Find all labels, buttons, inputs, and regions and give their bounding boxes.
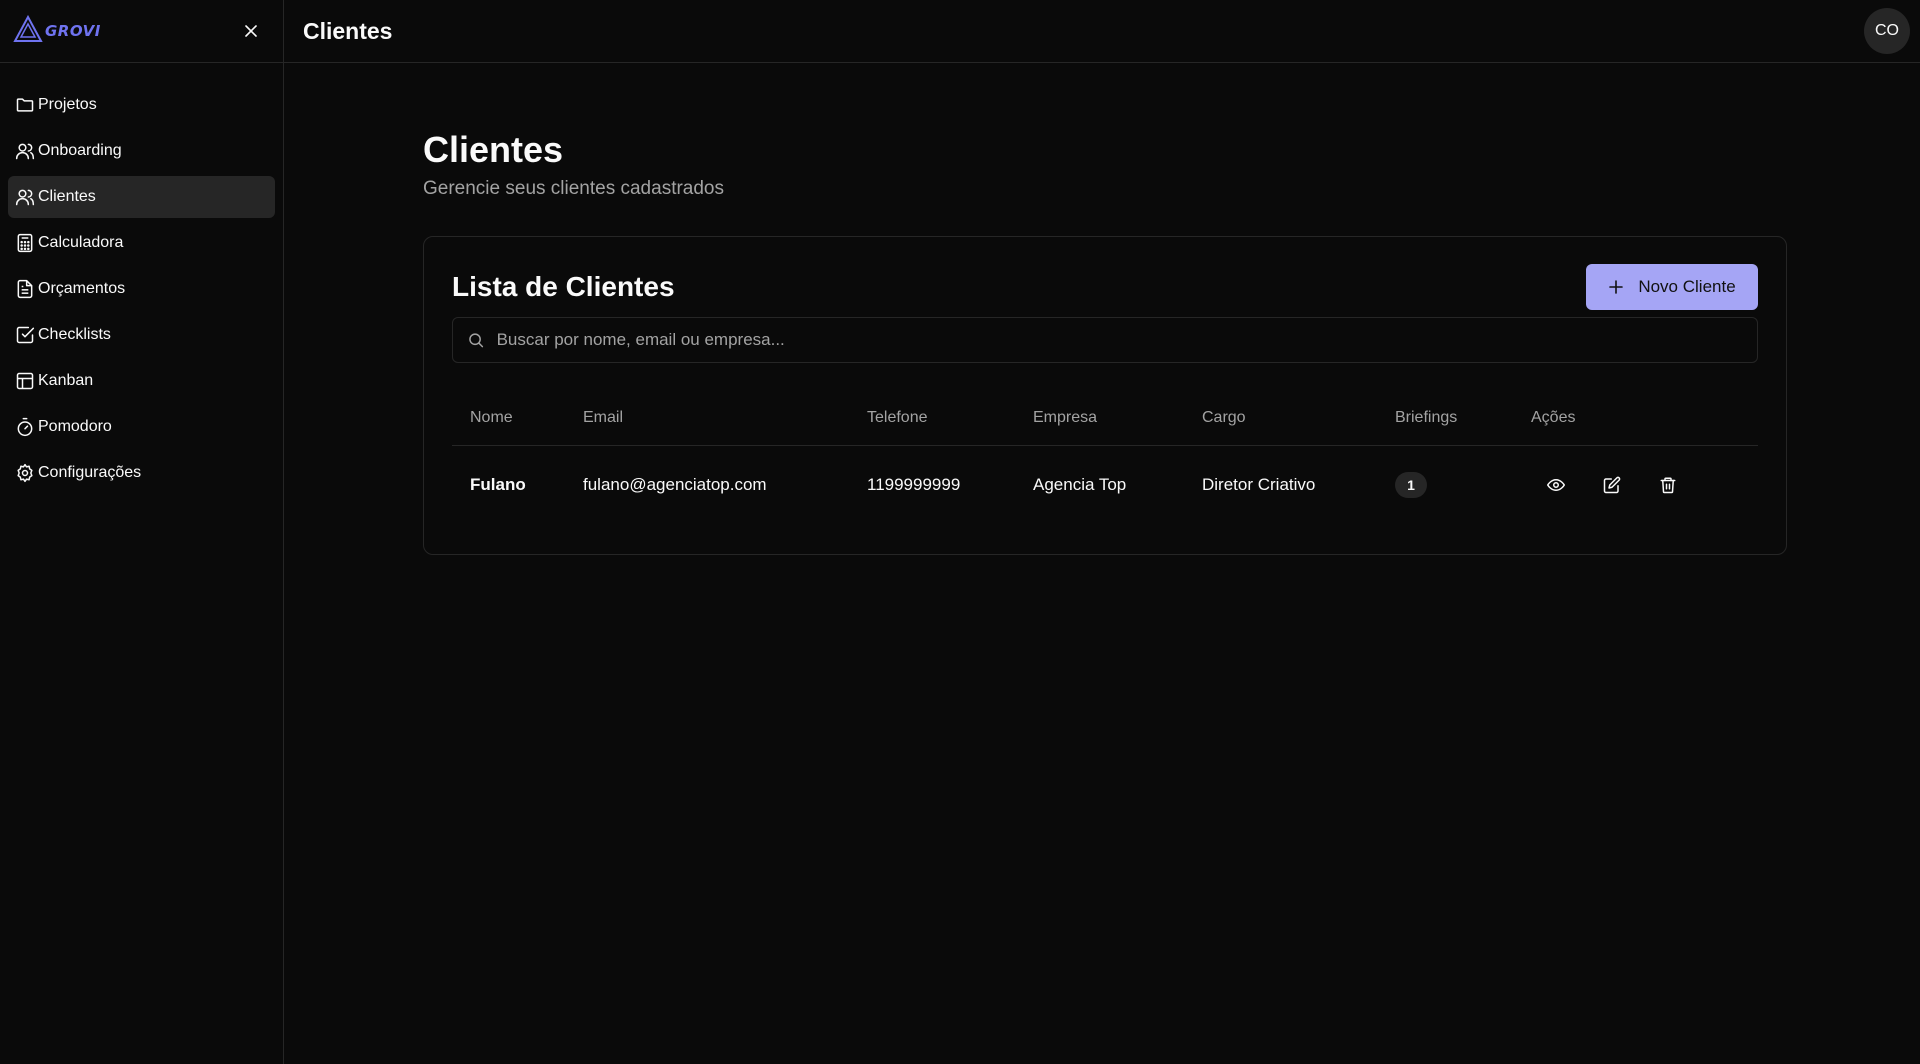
sidebar-item-label: Configurações (38, 464, 142, 481)
sidebar-item-label: Checklists (38, 326, 111, 343)
logo-icon (13, 14, 43, 48)
cell-cargo: Diretor Criativo (1202, 475, 1316, 494)
view-button[interactable] (1543, 472, 1569, 498)
users-icon (14, 186, 36, 208)
close-icon (245, 25, 257, 37)
timer-icon (14, 416, 36, 438)
sidebar-item-label: Projetos (38, 96, 97, 113)
gear-icon (14, 462, 36, 484)
app-root: GROVI Projetos Onboarding Clientes Calcu… (0, 0, 1920, 1064)
file-text-icon (14, 278, 36, 300)
sidebar-header: GROVI (0, 0, 283, 63)
topbar: Clientes CO (284, 0, 1920, 63)
delete-button[interactable] (1655, 472, 1681, 498)
sidebar-item-label: Onboarding (38, 142, 122, 159)
sidebar-item-label: Clientes (38, 188, 96, 205)
kanban-icon (14, 370, 36, 392)
logo[interactable]: GROVI (13, 14, 101, 48)
plus-icon (1609, 280, 1624, 294)
sidebar-nav: Projetos Onboarding Clientes Calculadora (0, 63, 283, 494)
cell-briefings: 1 (1395, 472, 1531, 498)
card-title: Lista de Clientes (452, 271, 675, 302)
cell-telefone: 1199999999 (867, 475, 961, 494)
folder-icon (14, 94, 36, 116)
table-header: Nome Email Telefone Empresa Cargo Briefi… (452, 390, 1758, 446)
column-header-telefone: Telefone (867, 408, 928, 426)
new-client-label: Novo Cliente (1638, 277, 1736, 296)
sidebar-item-calculadora[interactable]: Calculadora (8, 222, 275, 264)
column-header-email: Email (583, 408, 624, 426)
column-header-nome: Nome (470, 408, 513, 426)
sidebar-item-configuracoes[interactable]: Configurações (8, 452, 275, 494)
header-title: Clientes (303, 17, 393, 44)
briefings-badge: 1 (1395, 472, 1427, 498)
sidebar-item-label: Calculadora (38, 234, 124, 251)
eye-icon (1547, 479, 1565, 491)
avatar[interactable]: CO (1864, 8, 1910, 54)
cell-nome: Fulano (470, 475, 526, 494)
table-row[interactable]: Fulano fulano@agenciatop.com 1199999999 … (452, 446, 1758, 524)
users-icon (14, 140, 36, 162)
sidebar-item-kanban[interactable]: Kanban (8, 360, 275, 402)
page-title: Clientes (423, 129, 564, 170)
sidebar-item-checklists[interactable]: Checklists (8, 314, 275, 356)
logo-text: GROVI (45, 22, 101, 40)
sidebar-item-onboarding[interactable]: Onboarding (8, 130, 275, 172)
trash-icon (1660, 477, 1676, 494)
main-area: Clientes CO Clientes Gerencie seus clien… (284, 0, 1920, 1064)
sidebar-item-projetos[interactable]: Projetos (8, 84, 275, 126)
edit-icon (1603, 476, 1621, 494)
search-input[interactable] (496, 330, 1757, 350)
column-header-briefings: Briefings (1395, 408, 1458, 426)
clients-card: Lista de Clientes Novo Cliente Buscar po… (423, 236, 1787, 555)
cell-acoes (1531, 472, 1681, 498)
page-content: Clientes Gerencie seus clientes cadastra… (284, 63, 1920, 555)
new-client-button[interactable]: Novo Cliente (1586, 264, 1758, 310)
check-square-icon (14, 324, 36, 346)
edit-button[interactable] (1599, 472, 1625, 498)
column-header-empresa: Empresa (1033, 408, 1098, 426)
page-subtitle: Gerencie seus clientes cadastrados (423, 178, 724, 199)
card-header: Lista de Clientes Novo Cliente (452, 264, 1758, 310)
calculator-icon (14, 232, 36, 254)
column-header-acoes: Ações (1531, 408, 1576, 426)
sidebar-item-label: Kanban (38, 372, 94, 389)
column-header-cargo: Cargo (1202, 408, 1246, 426)
sidebar: GROVI Projetos Onboarding Clientes Calcu… (0, 0, 284, 1064)
sidebar-item-label: Orçamentos (38, 280, 126, 297)
sidebar-item-pomodoro[interactable]: Pomodoro (8, 406, 275, 448)
cell-email: fulano@agenciatop.com (583, 475, 767, 494)
sidebar-item-clientes[interactable]: Clientes (8, 176, 275, 218)
search-icon (469, 333, 484, 348)
row-actions (1531, 472, 1681, 498)
sidebar-item-label: Pomodoro (38, 418, 112, 435)
sidebar-item-orcamentos[interactable]: Orçamentos (8, 268, 275, 310)
cell-empresa: Agencia Top (1033, 475, 1127, 494)
clients-table: Nome Email Telefone Empresa Cargo Briefi… (452, 390, 1758, 524)
search-box (452, 317, 1758, 363)
close-sidebar-button[interactable] (241, 21, 261, 41)
